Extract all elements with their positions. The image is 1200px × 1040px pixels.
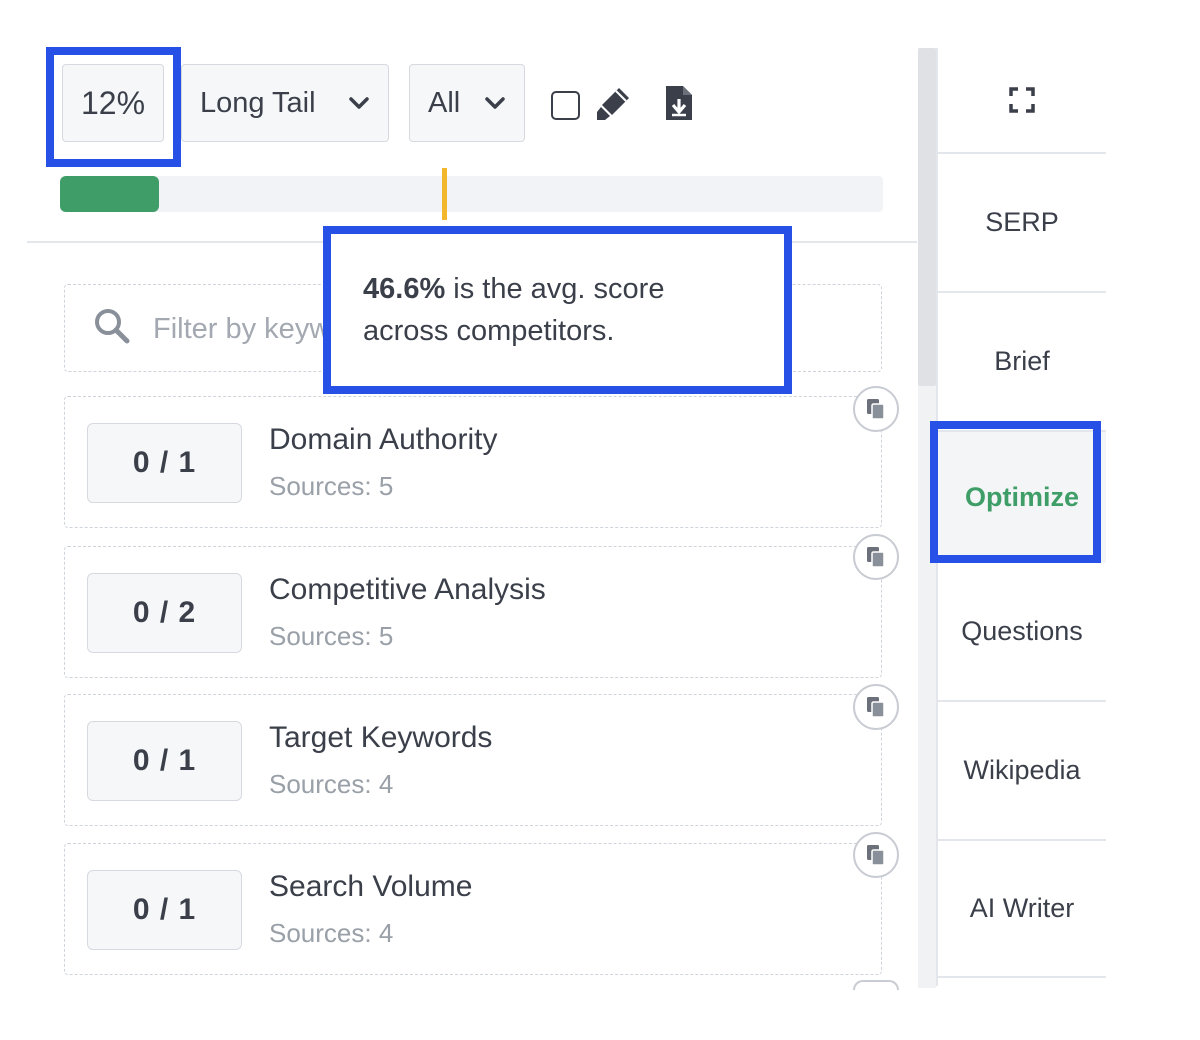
search-icon bbox=[95, 309, 130, 344]
copy-icon bbox=[867, 697, 885, 718]
copy-button[interactable] bbox=[853, 832, 899, 878]
nav-tab-brief[interactable]: Brief bbox=[938, 293, 1106, 432]
topic-title: Domain Authority bbox=[269, 423, 498, 456]
score-progress-fill bbox=[60, 176, 159, 212]
topic-sources: Sources: 5 bbox=[269, 471, 394, 501]
copy-button[interactable] bbox=[853, 386, 899, 432]
avg-score-tooltip: 46.6% is the avg. score across competito… bbox=[323, 226, 792, 394]
topic-sources: Sources: 5 bbox=[269, 621, 394, 651]
expand-icon bbox=[1009, 87, 1035, 113]
topic-card[interactable]: 0 / 1 Domain Authority Sources: 5 bbox=[64, 396, 882, 528]
copy-icon bbox=[867, 547, 885, 568]
topic-count-badge: 0 / 1 bbox=[87, 423, 242, 503]
score-highlight-frame bbox=[46, 47, 181, 167]
nav-tab-wikipedia[interactable]: Wikipedia bbox=[938, 702, 1106, 841]
copy-button[interactable] bbox=[853, 980, 899, 990]
nav-tab-questions[interactable]: Questions bbox=[938, 563, 1106, 702]
copy-icon bbox=[867, 845, 885, 866]
copy-icon bbox=[867, 399, 885, 420]
tooltip-avg-value: 46.6% bbox=[363, 273, 446, 305]
copy-button[interactable] bbox=[853, 684, 899, 730]
nav-tab-serp[interactable]: SERP bbox=[938, 154, 1106, 293]
keyword-type-select[interactable]: Long Tail bbox=[181, 64, 389, 142]
score-progress-track bbox=[60, 176, 883, 212]
topic-title: Competitive Analysis bbox=[269, 573, 546, 606]
keyword-type-select-value: Long Tail bbox=[200, 86, 316, 119]
optimize-highlight-frame bbox=[930, 421, 1101, 563]
topic-card[interactable]: 0 / 2 Competitive Analysis Sources: 5 bbox=[64, 546, 882, 678]
avg-score-marker[interactable] bbox=[442, 168, 447, 220]
chevron-down-icon bbox=[485, 97, 505, 109]
expand-button[interactable] bbox=[938, 48, 1106, 154]
nav-tab-ai-writer[interactable]: AI Writer bbox=[938, 841, 1106, 978]
topic-title: Search Volume bbox=[269, 870, 473, 903]
file-download-icon[interactable] bbox=[664, 84, 694, 122]
topic-card[interactable]: 0 / 1 Target Keywords Sources: 4 bbox=[64, 694, 882, 826]
topic-card[interactable]: 0 / 1 Search Volume Sources: 4 bbox=[64, 843, 882, 975]
topic-count-badge: 0 / 2 bbox=[87, 573, 242, 653]
filter-all-select-value: All bbox=[428, 86, 461, 119]
pen-icon[interactable] bbox=[593, 84, 633, 124]
topic-count-badge: 0 / 1 bbox=[87, 721, 242, 801]
topic-count-badge: 0 / 1 bbox=[87, 870, 242, 950]
scrollbar-thumb[interactable] bbox=[918, 48, 936, 386]
chevron-down-icon bbox=[349, 97, 369, 109]
select-checkbox[interactable] bbox=[551, 91, 580, 120]
topic-sources: Sources: 4 bbox=[269, 918, 394, 948]
topic-sources: Sources: 4 bbox=[269, 769, 394, 799]
copy-button[interactable] bbox=[853, 534, 899, 580]
tooltip-text-line2: across competitors. bbox=[363, 315, 615, 347]
tooltip-text-line1: is the avg. score bbox=[445, 273, 665, 305]
topic-title: Target Keywords bbox=[269, 721, 493, 754]
filter-all-select[interactable]: All bbox=[409, 64, 525, 142]
